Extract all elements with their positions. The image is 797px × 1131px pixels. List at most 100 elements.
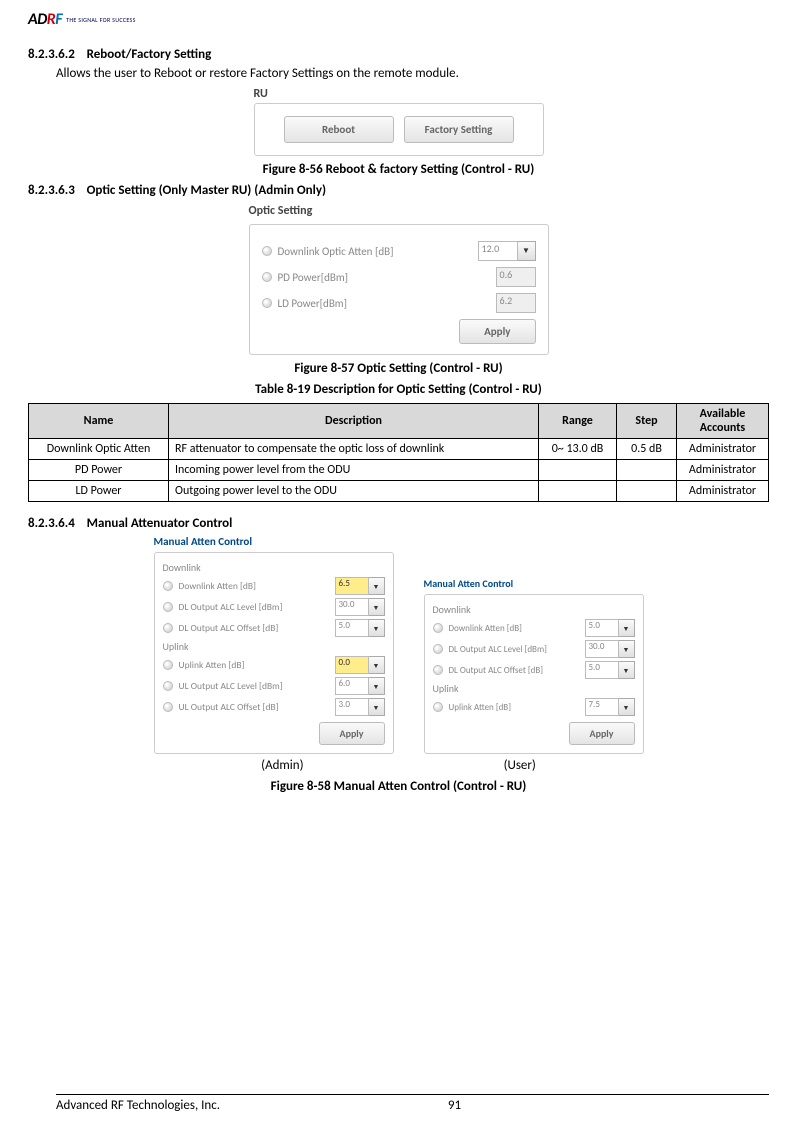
apply-button[interactable]: Apply (319, 722, 385, 745)
logo-tagline: THE SIGNAL FOR SUCCESS (66, 16, 136, 24)
th-description: Description (169, 404, 539, 439)
table-row: LD Power Outgoing power level to the ODU… (29, 481, 769, 502)
dropdown-arrow-icon[interactable]: ▼ (369, 698, 385, 716)
row-ul-atten: Uplink Atten [dB] 0.0▼ (163, 656, 385, 674)
logo-text: ADRF (28, 10, 62, 29)
table-caption: Table 8-19 Description for Optic Setting… (28, 382, 769, 397)
optic-row-downlink-atten: Downlink Optic Atten [dB] 12.0 ▼ (262, 241, 536, 261)
field-label: DL Output ALC Level [dBm] (179, 601, 335, 613)
td: Outgoing power level to the ODU (169, 481, 539, 502)
bullet-icon (433, 702, 443, 712)
panel-body: Downlink Downlink Atten [dB] 6.5▼ DL Out… (154, 552, 394, 754)
dl-alc-offset-input[interactable]: 5.0 (335, 619, 369, 637)
bullet-icon (163, 702, 173, 712)
td: RF attenuator to compensate the optic lo… (169, 439, 539, 460)
footer-page: 91 (448, 1098, 461, 1113)
field-label: DL Output ALC Level [dBm] (449, 644, 585, 655)
field-label: Downlink Atten [dB] (449, 623, 585, 634)
optic-panel: Optic Setting Downlink Optic Atten [dB] … (249, 202, 549, 355)
ru-panel-body: Reboot Factory Setting (254, 103, 544, 156)
td: Administrator (677, 481, 769, 502)
panel-title: Manual Atten Control (154, 535, 394, 552)
downlink-header: Downlink (433, 603, 635, 616)
td (617, 481, 677, 502)
section-reboot-desc: Allows the user to Reboot or restore Fac… (56, 66, 769, 81)
dl-alc-level-input[interactable]: 30.0 (335, 598, 369, 616)
th-range: Range (539, 404, 617, 439)
row-dl-alc-level: DL Output ALC Level [dBm] 30.0▼ (163, 598, 385, 616)
row-ul-alc-level: UL Output ALC Level [dBm] 6.0▼ (163, 677, 385, 695)
manual-atten-dual: Manual Atten Control Downlink Downlink A… (28, 535, 769, 754)
optic-row-ld-power: LD Power[dBm] 6.2 (262, 293, 536, 313)
factory-setting-button[interactable]: Factory Setting (404, 116, 514, 143)
dl-atten-input[interactable]: 6.5 (335, 577, 369, 595)
figure-caption-56: Figure 8-56 Reboot & factory Setting (Co… (28, 162, 769, 177)
dropdown-arrow-icon[interactable]: ▼ (369, 677, 385, 695)
logo-a: AD (28, 10, 47, 29)
apply-button[interactable]: Apply (569, 722, 635, 745)
td: PD Power (29, 460, 169, 481)
td (539, 460, 617, 481)
field-label: DL Output ALC Offset [dB] (449, 665, 585, 676)
bullet-icon (163, 602, 173, 612)
apply-button[interactable]: Apply (459, 319, 535, 344)
bullet-icon (433, 665, 443, 675)
field-label: LD Power[dBm] (278, 297, 496, 310)
uplink-header: Uplink (163, 640, 385, 653)
dropdown-arrow-icon[interactable]: ▼ (619, 640, 635, 658)
manual-atten-user: Manual Atten Control Downlink Downlink A… (424, 577, 644, 754)
dropdown-arrow-icon[interactable]: ▼ (619, 661, 635, 679)
uplink-header: Uplink (433, 682, 635, 695)
table-row: PD Power Incoming power level from the O… (29, 460, 769, 481)
dl-atten-input[interactable]: 5.0 (585, 619, 619, 637)
optic-panel-title: Optic Setting (249, 202, 549, 224)
dl-alc-level-input[interactable]: 30.0 (585, 640, 619, 658)
field-label: DL Output ALC Offset [dB] (179, 622, 335, 634)
logo: ADRF THE SIGNAL FOR SUCCESS (28, 10, 769, 29)
dropdown-arrow-icon[interactable]: ▼ (369, 577, 385, 595)
figure-caption-58: Figure 8-58 Manual Atten Control (Contro… (28, 779, 769, 794)
field-label: Uplink Atten [dB] (449, 702, 585, 713)
bullet-icon (163, 581, 173, 591)
section-reboot-heading: 8.2.3.6.2 Reboot/Factory Setting (28, 47, 769, 62)
bullet-icon (262, 246, 272, 256)
row-dl-atten: Downlink Atten [dB] 6.5▼ (163, 577, 385, 595)
dropdown-arrow-icon[interactable]: ▼ (369, 656, 385, 674)
section-title: Optic Setting (Only Master RU) (Admin On… (87, 183, 326, 198)
table-row: Downlink Optic Atten RF attenuator to co… (29, 439, 769, 460)
ul-atten-input[interactable]: 0.0 (335, 656, 369, 674)
ul-atten-input[interactable]: 7.5 (585, 698, 619, 716)
field-label: PD Power[dBm] (278, 271, 496, 284)
section-title: Manual Attenuator Control (87, 516, 233, 531)
ru-panel: RU Reboot Factory Setting (254, 85, 544, 156)
footer: Advanced RF Technologies, Inc. 91 (56, 1094, 769, 1113)
dropdown-arrow-icon[interactable]: ▼ (369, 598, 385, 616)
dropdown-arrow-icon[interactable]: ▼ (518, 241, 536, 261)
dropdown-arrow-icon[interactable]: ▼ (619, 698, 635, 716)
dropdown-arrow-icon[interactable]: ▼ (619, 619, 635, 637)
logo-f: F (55, 10, 62, 29)
th-step: Step (617, 404, 677, 439)
admin-role-label: (Admin) (261, 758, 303, 773)
row-dl-alc-level: DL Output ALC Level [dBm] 30.0▼ (433, 640, 635, 658)
td: LD Power (29, 481, 169, 502)
panel-body: Downlink Downlink Atten [dB] 5.0▼ DL Out… (424, 594, 644, 754)
ul-alc-level-input[interactable]: 6.0 (335, 677, 369, 695)
dl-alc-offset-input[interactable]: 5.0 (585, 661, 619, 679)
bullet-icon (163, 660, 173, 670)
section-num: 8.2.3.6.2 (28, 47, 75, 62)
downlink-optic-atten-input[interactable]: 12.0 (478, 241, 518, 261)
td: Incoming power level from the ODU (169, 460, 539, 481)
reboot-button[interactable]: Reboot (284, 116, 394, 143)
section-num: 8.2.3.6.3 (28, 183, 75, 198)
ul-alc-offset-input[interactable]: 3.0 (335, 698, 369, 716)
section-optic-heading: 8.2.3.6.3 Optic Setting (Only Master RU)… (28, 183, 769, 198)
row-dl-alc-offset: DL Output ALC Offset [dB] 5.0▼ (163, 619, 385, 637)
th-name: Name (29, 404, 169, 439)
td: Administrator (677, 460, 769, 481)
optic-row-pd-power: PD Power[dBm] 0.6 (262, 267, 536, 287)
bullet-icon (262, 272, 272, 282)
section-title: Reboot/Factory Setting (87, 47, 212, 62)
dropdown-arrow-icon[interactable]: ▼ (369, 619, 385, 637)
field-label: UL Output ALC Level [dBm] (179, 680, 335, 692)
